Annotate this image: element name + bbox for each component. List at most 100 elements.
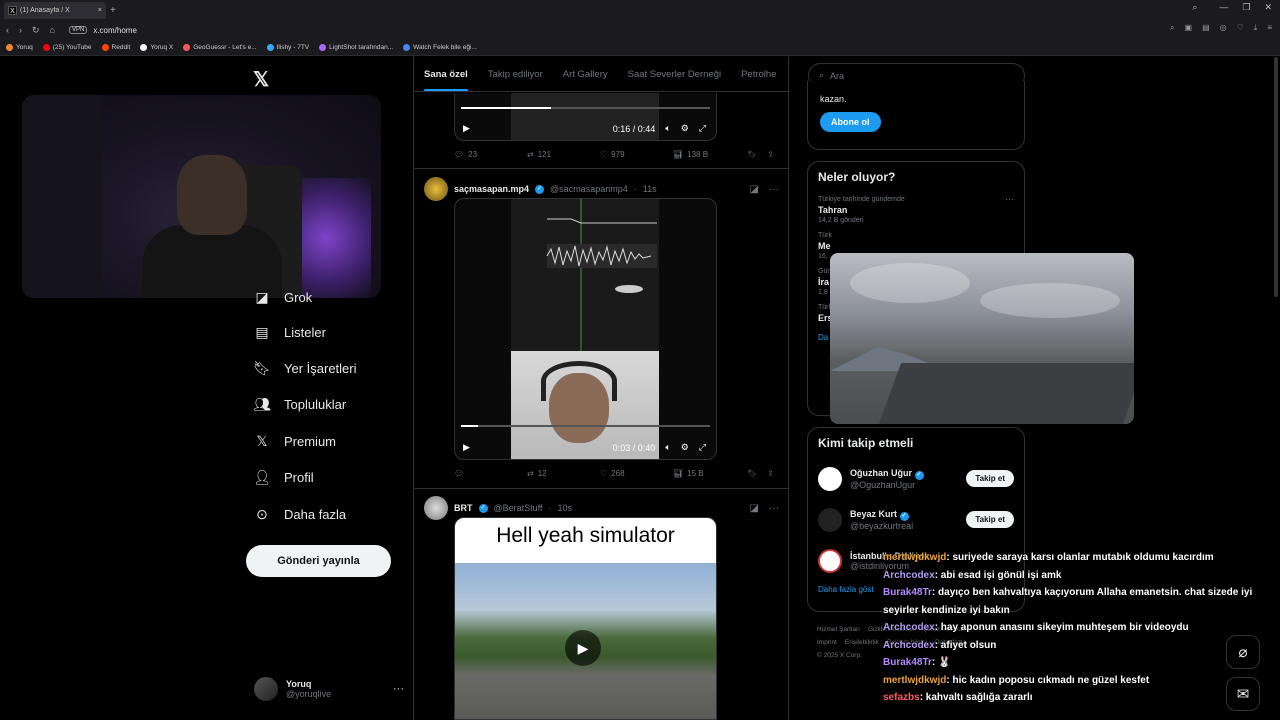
reply-button[interactable]: 💬︎ 23	[454, 150, 527, 159]
tab-following[interactable]: Takip ediliyor	[488, 69, 543, 80]
avatar[interactable]	[424, 496, 448, 520]
like-button[interactable]: ♡ 979	[600, 150, 673, 159]
browser-search-icon[interactable]: ⌕	[1192, 2, 1197, 13]
views-button[interactable]: 📊︎ 15 B	[673, 469, 746, 478]
play-icon[interactable]: ▶	[565, 630, 601, 666]
views-button[interactable]: 📊︎ 138 B	[673, 150, 746, 159]
grok-icon[interactable]: ◪	[750, 503, 759, 514]
grok-fab-icon[interactable]: ⌀	[1226, 635, 1260, 669]
share-icon[interactable]: ⇪	[767, 150, 774, 159]
chat-username[interactable]: sefazbs	[883, 692, 920, 703]
author-handle[interactable]: @BeratStuff	[494, 503, 543, 513]
chat-username[interactable]: mertlwjdkwjd	[883, 675, 946, 686]
maximize-icon[interactable]: ❐	[1242, 2, 1250, 13]
close-window-icon[interactable]: ✕	[1264, 2, 1272, 13]
video-player[interactable]: ▶ 0:16 / 0:44 🔈︎ ⚙ ⤢	[454, 93, 717, 141]
fullscreen-icon[interactable]: ⤢	[699, 442, 706, 453]
nav-bookmarks[interactable]: 🔖︎ Yer İşaretleri	[253, 360, 356, 376]
bookmark-item[interactable]: Yoruq X	[140, 44, 173, 51]
more-icon[interactable]: ···	[769, 184, 779, 195]
follow-button[interactable]: Takip et	[966, 511, 1014, 528]
zoom-icon[interactable]: ⌕	[1170, 23, 1174, 33]
play-icon[interactable]: ▶	[463, 123, 470, 134]
nav-lists[interactable]: ▤ Listeler	[254, 324, 326, 340]
bookmark-icon[interactable]: 🔖︎	[747, 469, 757, 478]
chat-username[interactable]: Archcodex	[883, 640, 935, 651]
back-icon[interactable]: ‹	[6, 25, 9, 35]
tweet-time[interactable]: 11s	[643, 184, 657, 194]
more-icon[interactable]: ···	[1005, 194, 1014, 204]
settings-icon[interactable]: ⚙	[681, 442, 689, 453]
messages-fab-icon[interactable]: ✉	[1226, 677, 1260, 711]
heart-icon[interactable]: ♡	[1237, 23, 1244, 33]
volume-icon[interactable]: 🔈︎	[665, 123, 670, 134]
x-logo-icon[interactable]: 𝕏	[253, 67, 269, 92]
tweet-time[interactable]: 10s	[558, 503, 573, 513]
trend-item[interactable]: Türkiye tarihinde gündemde Tahran 14,2 B…	[808, 192, 1024, 228]
repost-button[interactable]: ⇄ 12	[527, 469, 600, 478]
footer-link[interactable]: © 2025 X Corp.	[817, 652, 862, 659]
like-button[interactable]: ♡ 268	[600, 469, 673, 478]
share-icon[interactable]: ⇪	[767, 469, 774, 478]
account-switcher[interactable]: Yoruq @yoruqlive ···	[254, 677, 404, 701]
tab-art-gallery[interactable]: Art Gallery	[563, 69, 608, 80]
nav-grok[interactable]: ◪ Grok	[254, 289, 312, 305]
video-progress[interactable]	[461, 425, 710, 427]
author-name[interactable]: BRT	[454, 503, 473, 513]
extension-icon[interactable]: ◎	[1220, 23, 1227, 33]
more-icon[interactable]: ···	[393, 683, 404, 695]
nav-premium[interactable]: 𝕏 Premium	[254, 433, 336, 449]
menu-icon[interactable]: ≡	[1267, 23, 1272, 33]
grok-icon[interactable]: ◪	[750, 184, 759, 195]
forward-icon[interactable]: ›	[19, 25, 22, 35]
nav-more[interactable]: ⊙ Daha fazla	[254, 506, 346, 522]
author-handle[interactable]: @sacmasapanmp4	[550, 184, 628, 194]
follow-suggestion[interactable]: Beyaz Kurt ✓ @beyazkurtreal Takip et	[808, 499, 1024, 540]
reload-icon[interactable]: ↻	[32, 25, 40, 36]
bookmark-item[interactable]: LightShot tarafından...	[319, 44, 393, 51]
bookmark-item[interactable]: (25) YouTube	[42, 44, 92, 51]
avatar[interactable]	[424, 177, 448, 201]
subscribe-button[interactable]: Abone ol	[820, 112, 881, 132]
bookmark-item[interactable]: Ilishy - 7TV	[266, 44, 309, 51]
vpn-badge[interactable]: VPN	[68, 26, 88, 34]
scrollbar[interactable]	[1274, 57, 1278, 297]
follow-button[interactable]: Takip et	[966, 470, 1014, 487]
fullscreen-icon[interactable]: ⤢	[699, 123, 706, 134]
tab-close-icon[interactable]: ×	[98, 7, 102, 14]
post-button[interactable]: Gönderi yayınla	[246, 545, 391, 577]
volume-icon[interactable]: 🔈︎	[665, 442, 670, 453]
home-icon[interactable]: ⌂	[50, 25, 55, 35]
bookmark-item[interactable]: Yoruq	[6, 44, 33, 51]
chat-username[interactable]: Burak48Tr	[883, 587, 932, 598]
footer-link[interactable]: Imprint	[817, 639, 837, 646]
author-name[interactable]: saçmasapan.mp4	[454, 184, 529, 194]
video-progress[interactable]	[461, 107, 710, 109]
chat-username[interactable]: mertlwjdkwjd	[883, 552, 946, 563]
nav-profile[interactable]: 👤︎ Profil	[253, 469, 314, 485]
bookmark-item[interactable]: Reddit	[101, 44, 130, 51]
reader-icon[interactable]: ▤	[1202, 23, 1210, 33]
footer-link[interactable]: Erişilebilirlik	[845, 639, 879, 646]
follow-suggestion[interactable]: Oğuzhan Uğur ✓ @OguzhanUgur Takip et	[808, 458, 1024, 499]
settings-icon[interactable]: ⚙	[681, 123, 689, 134]
chat-username[interactable]: Archcodex	[883, 570, 935, 581]
tab-petrolhead[interactable]: Petrolhe	[741, 69, 776, 80]
nav-communities[interactable]: 👥︎ Topluluklar	[253, 396, 346, 412]
bookmark-icon[interactable]: 🔖︎	[747, 150, 757, 159]
download-icon[interactable]: ⤓	[1254, 23, 1258, 33]
reply-button[interactable]: 💬︎	[454, 469, 527, 478]
video-player[interactable]: Hell yeah simulator ▶	[454, 517, 717, 720]
repost-button[interactable]: ⇄ 121	[527, 150, 600, 159]
new-tab-icon[interactable]: +	[110, 5, 116, 16]
tab-for-you[interactable]: Sana özel	[424, 69, 468, 91]
camera-icon[interactable]: ▣	[1185, 23, 1193, 33]
chat-username[interactable]: Archcodex	[883, 622, 935, 633]
chat-username[interactable]: Burak48Tr	[883, 657, 932, 668]
address-field[interactable]: VPN x.com/home	[68, 26, 137, 35]
minimize-icon[interactable]: —	[1219, 2, 1228, 13]
bookmark-item[interactable]: GeoGuessr - Let's e...	[183, 44, 257, 51]
browser-tab-active[interactable]: X (1) Anasayfa / X ×	[4, 1, 106, 19]
more-icon[interactable]: ···	[769, 503, 779, 514]
video-player[interactable]: ▶ 0:03 / 0:40 🔈︎ ⚙ ⤢	[454, 198, 717, 460]
